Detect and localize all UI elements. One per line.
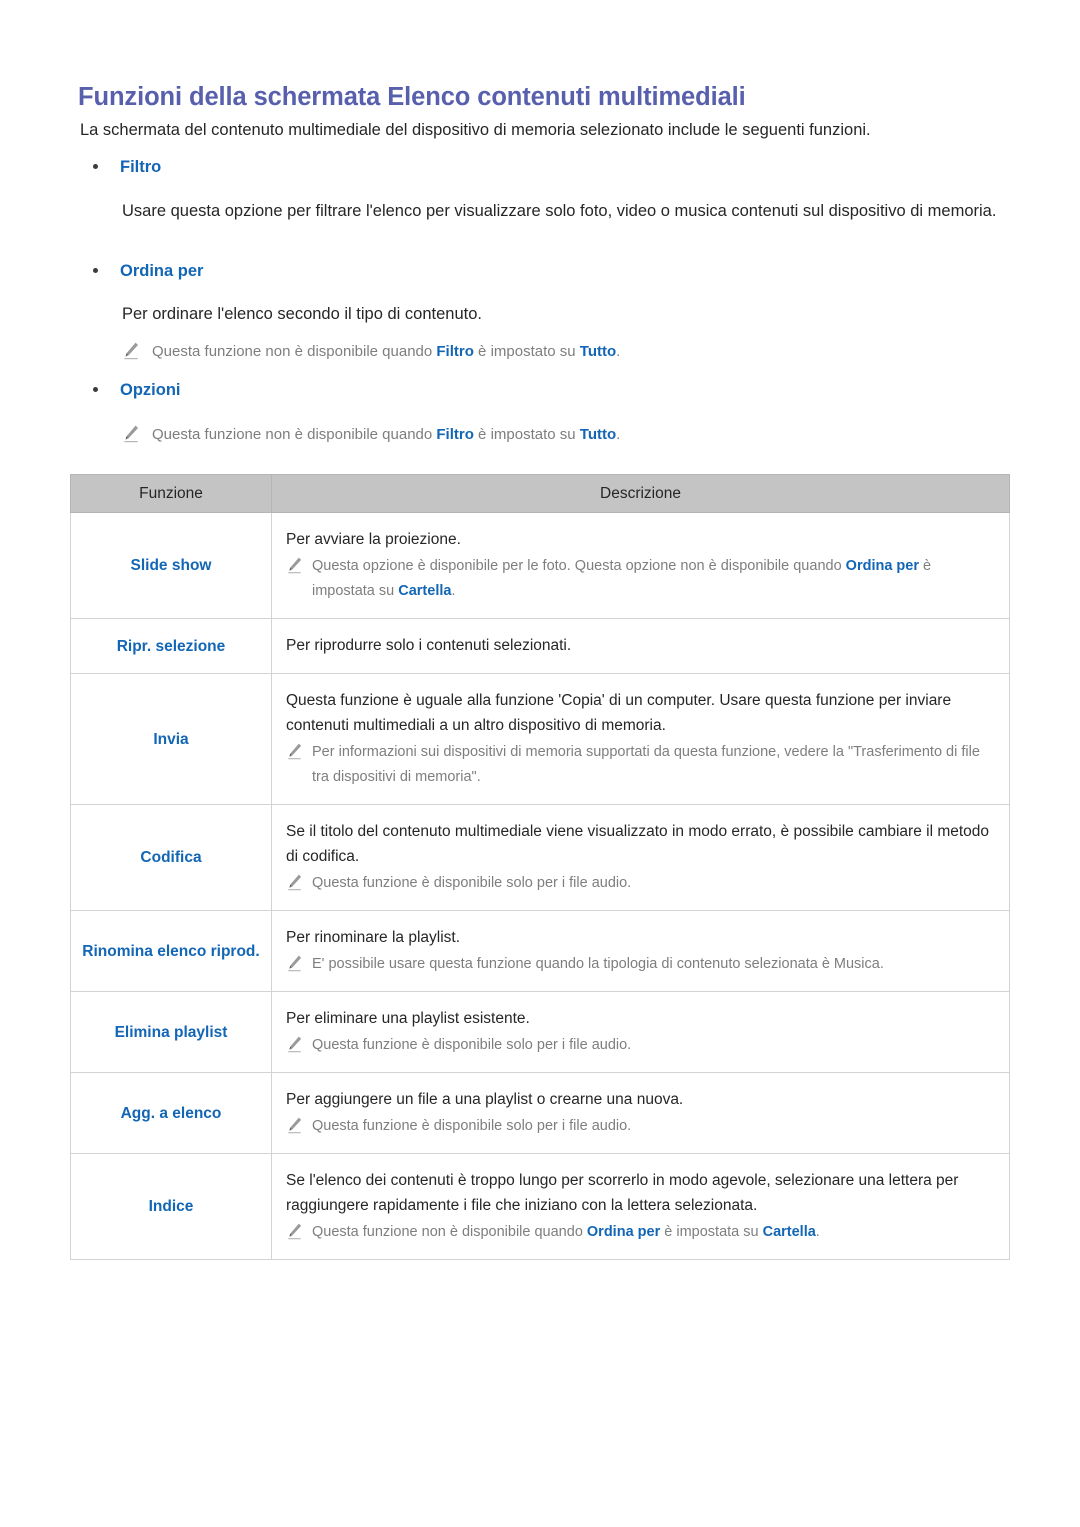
pencil-icon: [286, 1116, 303, 1135]
bullet-heading-label: Filtro: [120, 158, 162, 176]
row-note: Questa funzione è disponibile solo per i…: [286, 871, 993, 896]
bullet-heading-opzioni: Opzioni: [93, 381, 181, 400]
table-row: Ripr. selezione Per riprodurre solo i co…: [70, 618, 1010, 674]
bullet-heading-label: Ordina per: [120, 262, 204, 280]
document-page: Funzioni della schermata Elenco contenut…: [0, 0, 1080, 1527]
bullet-heading-filtro: Filtro: [93, 158, 161, 177]
table-row: Invia Questa funzione è uguale alla funz…: [70, 673, 1010, 805]
row-function-codifica: Codifica: [70, 804, 272, 911]
row-function-elimina-playlist: Elimina playlist: [70, 991, 272, 1073]
description-line: Per eliminare una playlist esistente.: [286, 1010, 530, 1027]
row-note: Questa funzione non è disponibile quando…: [286, 1220, 993, 1245]
column-header-funzione: Funzione: [70, 474, 272, 513]
note-text: Questa funzione è disponibile solo per i…: [312, 875, 632, 891]
row-description-rinomina-elenco-riprod: Per rinominare la playlist. E' possibile…: [271, 910, 1010, 992]
description-line: Per avviare la proiezione.: [286, 531, 461, 548]
note-text: Questa funzione è disponibile solo per i…: [312, 1037, 632, 1053]
pencil-icon: [286, 556, 303, 575]
bullet-heading-ordina-per: Ordina per: [93, 262, 203, 281]
row-function-invia: Invia: [70, 673, 272, 805]
row-note: Per informazioni sui dispositivi di memo…: [286, 740, 993, 790]
bullet-dot-icon: [93, 163, 98, 169]
row-note: Questa opzione è disponibile per le foto…: [286, 554, 993, 604]
column-header-descrizione: Descrizione: [271, 474, 1010, 513]
pencil-icon: [122, 341, 140, 361]
note-opzioni: Questa funzione non è disponibile quando…: [122, 422, 982, 447]
row-description-invia: Questa funzione è uguale alla funzione '…: [271, 673, 1010, 805]
description-line: Per aggiungere un file a una playlist o …: [286, 1091, 684, 1108]
table-row: Rinomina elenco riprod. Per rinominare l…: [70, 910, 1010, 992]
row-function-rinomina-elenco-riprod: Rinomina elenco riprod.: [70, 910, 272, 992]
table-row: Codifica Se il titolo del contenuto mult…: [70, 804, 1010, 911]
bullet-dot-icon: [93, 386, 98, 392]
pencil-icon: [286, 1035, 303, 1054]
note-text: E' possibile usare questa funzione quand…: [312, 956, 884, 972]
bullet-heading-label: Opzioni: [120, 381, 181, 399]
table-row: Elimina playlist Per eliminare una playl…: [70, 991, 1010, 1073]
row-note: Questa funzione è disponibile solo per i…: [286, 1033, 993, 1058]
row-description-agg-a-elenco: Per aggiungere un file a una playlist o …: [271, 1072, 1010, 1154]
description-line: Questa funzione è uguale alla funzione '…: [286, 692, 952, 734]
note-text: Questa funzione non è disponibile quando…: [152, 343, 621, 360]
note-text: Questa funzione non è disponibile quando…: [152, 426, 621, 443]
row-function-agg-a-elenco: Agg. a elenco: [70, 1072, 272, 1154]
row-description-ripr-selezione: Per riprodurre solo i contenuti selezion…: [271, 618, 1010, 674]
table-row: Agg. a elenco Per aggiungere un file a u…: [70, 1072, 1010, 1154]
note-text: Questa opzione è disponibile per le foto…: [312, 558, 932, 599]
row-description-indice: Se l'elenco dei contenuti è troppo lungo…: [271, 1153, 1010, 1260]
description-line: Per riprodurre solo i contenuti selezion…: [286, 637, 572, 654]
row-description-codifica: Se il titolo del contenuto multimediale …: [271, 804, 1010, 911]
table-row: Indice Se l'elenco dei contenuti è tropp…: [70, 1153, 1010, 1260]
row-description-elimina-playlist: Per eliminare una playlist esistente. Qu…: [271, 991, 1010, 1073]
row-note: E' possibile usare questa funzione quand…: [286, 952, 993, 977]
row-function-indice: Indice: [70, 1153, 272, 1260]
pencil-icon: [286, 1222, 303, 1241]
table-header-row: Funzione Descrizione: [70, 474, 1010, 513]
section-body-filtro: Usare questa opzione per filtrare l'elen…: [122, 202, 997, 220]
note-text: Questa funzione non è disponibile quando…: [312, 1224, 820, 1240]
bullet-dot-icon: [93, 267, 98, 273]
row-function-ripr-selezione: Ripr. selezione: [70, 618, 272, 674]
pencil-icon: [286, 873, 303, 892]
note-text: Questa funzione è disponibile solo per i…: [312, 1118, 632, 1134]
note-text: Per informazioni sui dispositivi di memo…: [312, 744, 980, 785]
pencil-icon: [122, 424, 140, 444]
pencil-icon: [286, 742, 303, 761]
features-table: Funzione Descrizione Slide show Per avvi…: [70, 474, 1010, 1260]
description-line: Per rinominare la playlist.: [286, 929, 461, 946]
description-line: Se l'elenco dei contenuti è troppo lungo…: [286, 1172, 959, 1214]
note-ordina-per: Questa funzione non è disponibile quando…: [122, 339, 982, 364]
row-description-slide-show: Per avviare la proiezione. Questa opzion…: [271, 512, 1010, 619]
row-note: Questa funzione è disponibile solo per i…: [286, 1114, 993, 1139]
section-body-ordina-per: Per ordinare l'elenco secondo il tipo di…: [122, 305, 482, 323]
description-line: Se il titolo del contenuto multimediale …: [286, 823, 990, 865]
pencil-icon: [286, 954, 303, 973]
row-function-slide-show: Slide show: [70, 512, 272, 619]
intro-paragraph: La schermata del contenuto multimediale …: [80, 121, 871, 139]
table-row: Slide show Per avviare la proiezione. Qu…: [70, 512, 1010, 619]
page-title: Funzioni della schermata Elenco contenut…: [78, 83, 746, 112]
